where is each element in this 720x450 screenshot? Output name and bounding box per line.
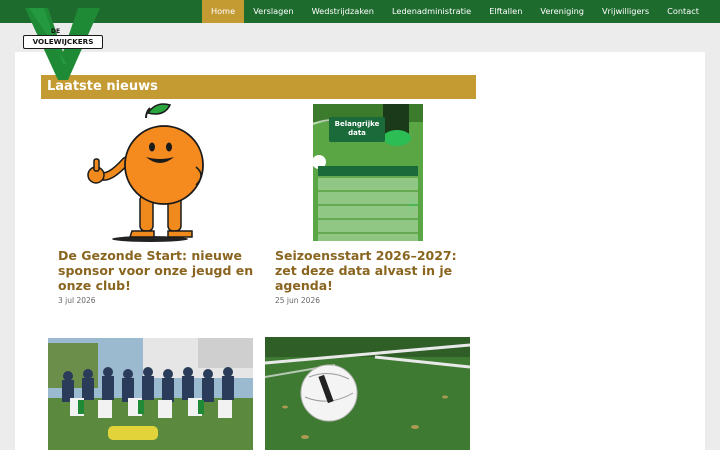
post-2-title[interactable]: Seizoensstart 2026–2027: zet deze data a… bbox=[275, 248, 475, 293]
club-logo[interactable]: DE VOLEWIJCKERS bbox=[20, 6, 106, 82]
top-bar: Home Verslagen Wedstrijdzaken Ledenadmin… bbox=[0, 0, 720, 23]
nav-wedstrijdzaken[interactable]: Wedstrijdzaken bbox=[303, 0, 383, 23]
post-1-title[interactable]: De Gezonde Start: nieuwe sponsor voor on… bbox=[58, 248, 258, 293]
nav-home[interactable]: Home bbox=[202, 0, 245, 23]
post-3-image[interactable] bbox=[48, 338, 253, 450]
nav-ledenadministratie[interactable]: Ledenadministratie bbox=[383, 0, 480, 23]
post-2-date: 25 jun 2026 bbox=[275, 296, 320, 305]
nav-elftallen[interactable]: Elftallen bbox=[480, 0, 531, 23]
nav-vrijwilligers[interactable]: Vrijwilligers bbox=[593, 0, 658, 23]
nav-vereniging[interactable]: Vereniging bbox=[531, 0, 593, 23]
team-photo-icon bbox=[48, 338, 253, 450]
nav-contact[interactable]: Contact bbox=[658, 0, 708, 23]
post-2-image-title: Belangrijke data bbox=[329, 117, 385, 142]
post-4-image[interactable] bbox=[265, 337, 470, 450]
logo-de-text: DE bbox=[51, 28, 61, 35]
post-2-image-table bbox=[318, 166, 418, 241]
orange-mascot-icon bbox=[87, 103, 204, 242]
main-nav: Home Verslagen Wedstrijdzaken Ledenadmin… bbox=[202, 0, 708, 23]
section-title: Laatste nieuws bbox=[41, 75, 476, 99]
logo-name-text: VOLEWIJCKERS bbox=[23, 35, 103, 49]
post-1-image[interactable] bbox=[84, 103, 212, 243]
nav-verslagen[interactable]: Verslagen bbox=[244, 0, 302, 23]
post-2-image[interactable]: Belangrijke data bbox=[313, 104, 423, 241]
post-1-date: 3 jul 2026 bbox=[58, 296, 96, 305]
football-on-grass-icon bbox=[265, 337, 470, 450]
